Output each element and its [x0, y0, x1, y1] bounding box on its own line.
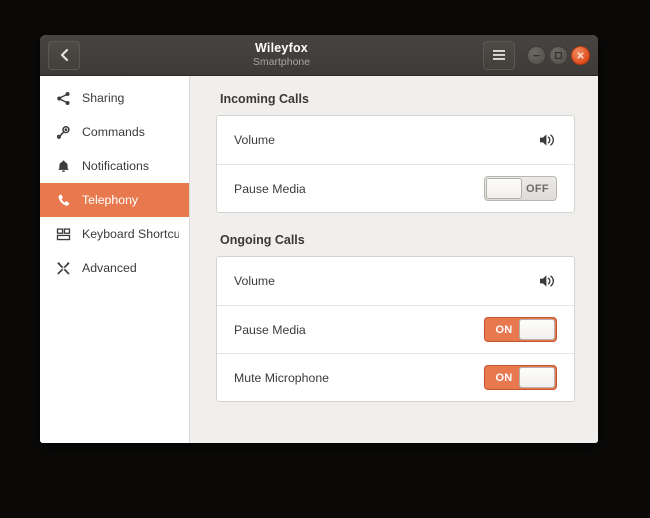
maximize-button[interactable] — [549, 46, 568, 65]
settings-card: Volume Pause Media — [216, 256, 575, 402]
hamburger-icon — [492, 49, 506, 61]
settings-card: Volume Pause Media — [216, 115, 575, 213]
sidebar-item-notifications[interactable]: Notifications — [40, 149, 189, 183]
sidebar-item-label: Notifications — [82, 159, 149, 173]
titlebar-right-group — [483, 41, 590, 70]
minimize-icon — [532, 51, 541, 60]
sidebar: Sharing Commands — [40, 76, 190, 443]
keyboard-shortcuts-icon — [53, 225, 73, 243]
row-label: Pause Media — [234, 323, 484, 337]
sidebar-item-label: Advanced — [82, 261, 137, 275]
close-button[interactable] — [571, 46, 590, 65]
close-icon — [576, 51, 585, 60]
minimize-button[interactable] — [527, 46, 546, 65]
row-incoming-volume[interactable]: Volume — [217, 116, 574, 164]
row-ongoing-volume[interactable]: Volume — [217, 257, 574, 305]
hamburger-menu-button[interactable] — [483, 41, 515, 70]
page-subtitle: Smartphone — [84, 57, 479, 68]
toggle-state-label: OFF — [519, 177, 556, 200]
maximize-icon — [554, 51, 563, 60]
row-ongoing-pause-media[interactable]: Pause Media ON — [217, 305, 574, 353]
sidebar-item-telephony[interactable]: Telephony — [40, 183, 189, 217]
window-controls — [527, 46, 590, 65]
title-bar: Wileyfox Smartphone — [40, 35, 598, 76]
section-heading: Ongoing Calls — [220, 233, 575, 247]
row-label: Pause Media — [234, 182, 484, 196]
settings-panel: Incoming Calls Volume — [190, 76, 598, 443]
window-title-block: Wileyfox Smartphone — [80, 42, 483, 67]
sidebar-item-label: Keyboard Shortcuts — [82, 227, 179, 241]
speaker-icon[interactable] — [539, 273, 557, 289]
sidebar-item-advanced[interactable]: Advanced — [40, 251, 189, 285]
pause-media-toggle-ongoing[interactable]: ON — [484, 317, 557, 342]
toggle-knob — [486, 178, 522, 199]
row-ongoing-mute-microphone[interactable]: Mute Microphone ON — [217, 353, 574, 401]
toggle-state-label: ON — [485, 318, 523, 341]
section-ongoing-calls: Ongoing Calls Volume — [216, 233, 575, 402]
toggle-state-label: ON — [485, 366, 523, 389]
back-button[interactable] — [48, 41, 80, 70]
speaker-icon[interactable] — [539, 132, 557, 148]
window-body: Sharing Commands — [40, 76, 598, 443]
mute-microphone-toggle[interactable]: ON — [484, 365, 557, 390]
phone-icon — [53, 191, 73, 209]
row-label: Volume — [234, 133, 539, 147]
sidebar-item-keyboard-shortcuts[interactable]: Keyboard Shortcuts — [40, 217, 189, 251]
section-heading: Incoming Calls — [220, 92, 575, 106]
toggle-knob — [519, 319, 555, 340]
bell-icon — [53, 157, 73, 175]
gear-icon — [53, 123, 73, 141]
row-incoming-pause-media[interactable]: Pause Media OFF — [217, 164, 574, 212]
application-window: Wileyfox Smartphone — [40, 35, 598, 443]
toggle-knob — [519, 367, 555, 388]
row-label: Volume — [234, 274, 539, 288]
section-incoming-calls: Incoming Calls Volume — [216, 92, 575, 213]
sidebar-item-label: Telephony — [82, 193, 138, 207]
pause-media-toggle-incoming[interactable]: OFF — [484, 176, 557, 201]
row-label: Mute Microphone — [234, 371, 484, 385]
sidebar-item-commands[interactable]: Commands — [40, 115, 189, 149]
sidebar-item-sharing[interactable]: Sharing — [40, 81, 189, 115]
share-icon — [53, 89, 73, 107]
page-title: Wileyfox — [84, 42, 479, 55]
tools-icon — [53, 259, 73, 277]
desktop-background: Wileyfox Smartphone — [0, 0, 650, 518]
sidebar-item-label: Sharing — [82, 91, 124, 105]
sidebar-item-label: Commands — [82, 125, 145, 139]
